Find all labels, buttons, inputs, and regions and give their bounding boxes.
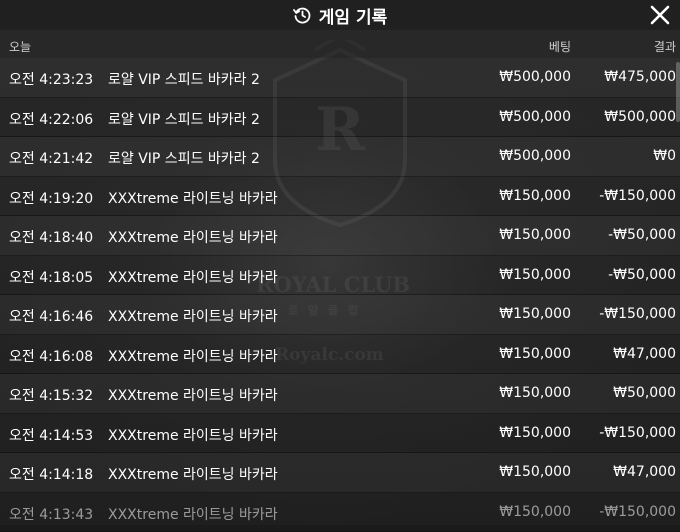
- row-bet: ₩150,000: [499, 227, 571, 243]
- row-bet: ₩150,000: [499, 504, 571, 520]
- page-title: 게임 기록: [319, 3, 387, 28]
- row-game: XXXtreme 라이트닝 바카라: [108, 504, 278, 524]
- date-header: 오늘: [9, 38, 31, 55]
- row-time: 오전 4:18:40: [9, 227, 93, 247]
- history-row[interactable]: 오전 4:16:08 XXXtreme 라이트닝 바카라 ₩150,000 ₩4…: [0, 335, 680, 375]
- row-time: 오전 4:23:23: [9, 69, 93, 89]
- row-game: XXXtreme 라이트닝 바카라: [108, 425, 278, 445]
- row-bet: ₩150,000: [499, 188, 571, 204]
- history-list[interactable]: 오전 4:23:23 로얄 VIP 스피드 바카라 2 ₩500,000 ₩47…: [0, 58, 680, 532]
- row-game: XXXtreme 라이트닝 바카라: [108, 227, 278, 247]
- row-bet: ₩150,000: [499, 346, 571, 362]
- close-icon[interactable]: [648, 3, 672, 27]
- row-result: -₩50,000: [608, 227, 676, 243]
- row-result: -₩150,000: [599, 425, 676, 441]
- history-row[interactable]: 오전 4:13:43 XXXtreme 라이트닝 바카라 ₩150,000 -₩…: [0, 493, 680, 532]
- row-result: -₩50,000: [608, 267, 676, 283]
- row-bet: ₩500,000: [499, 148, 571, 164]
- row-result: ₩500,000: [604, 109, 676, 125]
- row-time: 오전 4:16:08: [9, 346, 93, 366]
- row-time: 오전 4:13:43: [9, 504, 93, 524]
- row-result: ₩0: [653, 148, 676, 164]
- row-game: XXXtreme 라이트닝 바카라: [108, 346, 278, 366]
- row-time: 오전 4:16:46: [9, 306, 93, 326]
- row-result: -₩150,000: [599, 188, 676, 204]
- history-row[interactable]: 오전 4:15:32 XXXtreme 라이트닝 바카라 ₩150,000 ₩5…: [0, 374, 680, 414]
- row-game: 로얄 VIP 스피드 바카라 2: [108, 69, 260, 89]
- result-header: 결과: [654, 38, 676, 55]
- row-result: -₩150,000: [599, 306, 676, 322]
- row-bet: ₩500,000: [499, 69, 571, 85]
- history-row[interactable]: 오전 4:14:53 XXXtreme 라이트닝 바카라 ₩150,000 -₩…: [0, 414, 680, 454]
- row-result: ₩50,000: [613, 385, 676, 401]
- bet-header: 베팅: [549, 38, 571, 55]
- row-game: XXXtreme 라이트닝 바카라: [108, 188, 278, 208]
- history-row[interactable]: 오전 4:19:20 XXXtreme 라이트닝 바카라 ₩150,000 -₩…: [0, 177, 680, 217]
- row-time: 오전 4:22:06: [9, 109, 93, 129]
- row-bet: ₩150,000: [499, 306, 571, 322]
- history-row[interactable]: 오전 4:22:06 로얄 VIP 스피드 바카라 2 ₩500,000 ₩50…: [0, 98, 680, 138]
- column-header: 오늘 베팅 결과: [0, 30, 680, 58]
- row-time: 오전 4:14:53: [9, 425, 93, 445]
- row-bet: ₩150,000: [499, 464, 571, 480]
- history-row[interactable]: 오전 4:18:05 XXXtreme 라이트닝 바카라 ₩150,000 -₩…: [0, 256, 680, 296]
- row-time: 오전 4:19:20: [9, 188, 93, 208]
- row-game: XXXtreme 라이트닝 바카라: [108, 267, 278, 287]
- row-result: ₩475,000: [604, 69, 676, 85]
- row-game: XXXtreme 라이트닝 바카라: [108, 464, 278, 484]
- row-result: ₩47,000: [613, 346, 676, 362]
- row-result: ₩47,000: [613, 464, 676, 480]
- row-bet: ₩150,000: [499, 425, 571, 441]
- history-icon: [293, 6, 311, 24]
- row-result: -₩150,000: [599, 504, 676, 520]
- row-bet: ₩150,000: [499, 267, 571, 283]
- row-time: 오전 4:14:18: [9, 464, 93, 484]
- history-row[interactable]: 오전 4:21:42 로얄 VIP 스피드 바카라 2 ₩500,000 ₩0: [0, 137, 680, 177]
- scrollbar[interactable]: [676, 62, 680, 122]
- history-row[interactable]: 오전 4:18:40 XXXtreme 라이트닝 바카라 ₩150,000 -₩…: [0, 216, 680, 256]
- row-game: XXXtreme 라이트닝 바카라: [108, 385, 278, 405]
- row-bet: ₩500,000: [499, 109, 571, 125]
- header-bar: 게임 기록: [0, 0, 680, 30]
- row-game: 로얄 VIP 스피드 바카라 2: [108, 109, 260, 129]
- row-game: 로얄 VIP 스피드 바카라 2: [108, 148, 260, 168]
- history-row[interactable]: 오전 4:23:23 로얄 VIP 스피드 바카라 2 ₩500,000 ₩47…: [0, 58, 680, 98]
- row-time: 오전 4:15:32: [9, 385, 93, 405]
- history-row[interactable]: 오전 4:16:46 XXXtreme 라이트닝 바카라 ₩150,000 -₩…: [0, 295, 680, 335]
- title-group: 게임 기록: [293, 3, 387, 28]
- row-time: 오전 4:18:05: [9, 267, 93, 287]
- history-row[interactable]: 오전 4:14:18 XXXtreme 라이트닝 바카라 ₩150,000 ₩4…: [0, 453, 680, 493]
- row-bet: ₩150,000: [499, 385, 571, 401]
- row-time: 오전 4:21:42: [9, 148, 93, 168]
- row-game: XXXtreme 라이트닝 바카라: [108, 306, 278, 326]
